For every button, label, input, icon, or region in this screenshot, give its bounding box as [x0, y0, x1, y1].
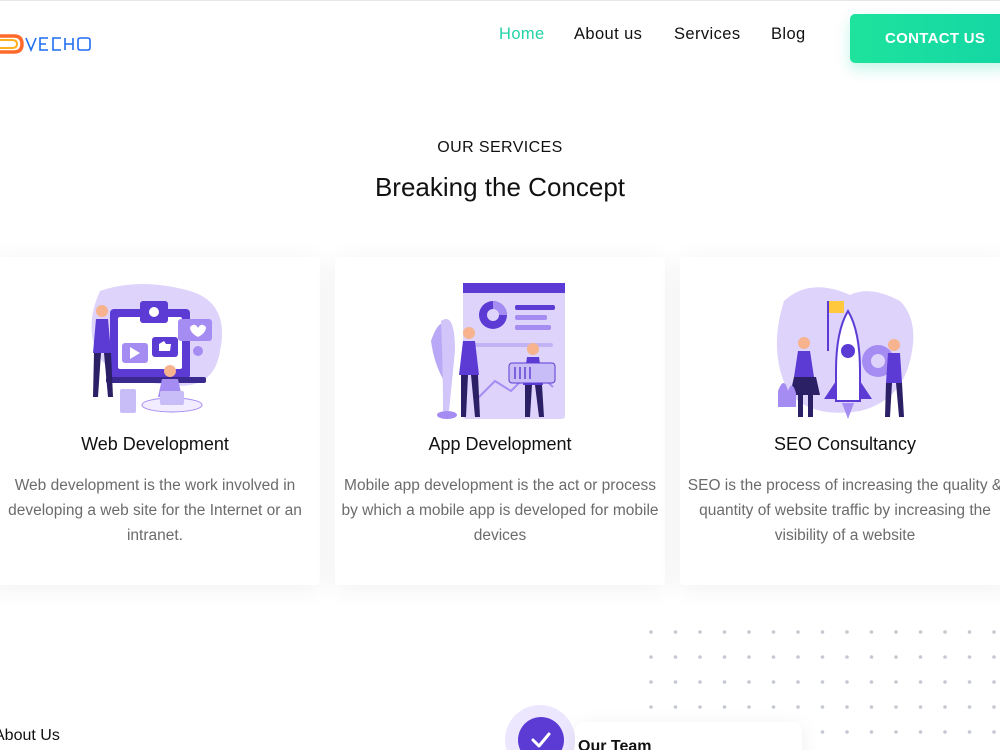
pattern-dot: [845, 680, 849, 684]
pattern-dot: [943, 730, 947, 734]
pattern-dot: [943, 705, 947, 709]
pattern-dot: [992, 630, 996, 634]
section-headline: Breaking the Concept: [374, 172, 626, 202]
pattern-dot: [869, 630, 874, 634]
pattern-dot: [820, 705, 825, 709]
nav-home[interactable]: Home: [499, 25, 545, 44]
pattern-dot: [992, 730, 996, 734]
pattern-dot: [943, 630, 947, 634]
pattern-dot: [796, 630, 800, 634]
service-card-seo-consultancy: SEO Consultancy SEO is the process of in…: [680, 257, 1000, 585]
app-development-illustration: [335, 281, 665, 426]
pattern-dot: [747, 655, 751, 659]
pattern-dot: [967, 705, 972, 709]
pattern-dot: [894, 655, 898, 659]
pattern-dot: [967, 630, 972, 634]
about-us-label: About Us: [0, 727, 60, 744]
pattern-dot: [869, 655, 874, 659]
pattern-dot: [796, 680, 800, 684]
pattern-dot: [649, 705, 653, 709]
seo-illustration: [680, 281, 1000, 426]
pattern-dot: [992, 680, 996, 684]
pattern-dot: [649, 655, 653, 659]
web-development-illustration: [0, 281, 320, 426]
pattern-dot: [747, 680, 751, 684]
pattern-dot: [943, 655, 947, 659]
pattern-dot: [894, 630, 898, 634]
service-card-app-development: App Development Mobile app development i…: [335, 257, 665, 585]
pattern-dot: [796, 655, 800, 659]
contact-us-button[interactable]: CONTACT US: [850, 14, 1000, 63]
pattern-dot: [698, 680, 702, 684]
pattern-dot: [747, 630, 751, 634]
card-description: SEO is the process of increasing the qua…: [687, 477, 1000, 544]
brand-logo[interactable]: [0, 33, 110, 55]
pattern-dot: [967, 730, 972, 734]
pattern-dot: [918, 730, 923, 734]
pattern-dot: [747, 705, 751, 709]
pattern-dot: [918, 705, 923, 709]
pattern-dot: [943, 680, 947, 684]
nav-services[interactable]: Services: [674, 25, 740, 44]
section-eyebrow: OUR SERVICES: [437, 139, 563, 156]
pattern-dot: [918, 680, 923, 684]
pattern-dot: [894, 680, 898, 684]
pattern-dot: [894, 730, 898, 734]
logo-mark-icon: [0, 34, 91, 54]
pattern-dot: [992, 655, 996, 659]
pattern-dot: [918, 655, 923, 659]
pattern-dot: [820, 730, 825, 734]
nav-blog[interactable]: Blog: [771, 25, 806, 44]
pattern-dot: [869, 730, 874, 734]
pattern-dot: [967, 655, 972, 659]
pattern-dot: [698, 705, 702, 709]
top-divider: [0, 0, 1000, 1]
pattern-dot: [918, 630, 923, 634]
pattern-dot: [845, 705, 849, 709]
pattern-dot: [673, 655, 678, 659]
pattern-dot: [869, 680, 874, 684]
pattern-dot: [698, 655, 702, 659]
pattern-dot: [722, 680, 727, 684]
nav-about-us[interactable]: About us: [574, 25, 642, 44]
pattern-dot: [845, 730, 849, 734]
pattern-dot: [722, 705, 727, 709]
pattern-dot: [820, 630, 825, 634]
pattern-dot: [771, 630, 776, 634]
pattern-dot: [820, 655, 825, 659]
pattern-dot: [845, 655, 849, 659]
pattern-dot: [771, 680, 776, 684]
pattern-dot: [649, 630, 653, 634]
pattern-dot: [869, 705, 874, 709]
pattern-dot: [967, 680, 972, 684]
pattern-dot: [673, 680, 678, 684]
pattern-dot: [796, 705, 800, 709]
pattern-dot: [894, 705, 898, 709]
pattern-dot: [673, 630, 678, 634]
card-title: SEO Consultancy: [773, 434, 917, 454]
pattern-dot: [649, 680, 653, 684]
pattern-dot: [845, 630, 849, 634]
pattern-dot: [722, 630, 727, 634]
pattern-dot: [673, 705, 678, 709]
card-title: App Development: [428, 434, 572, 454]
card-title: Web Development: [81, 434, 229, 454]
pattern-dot: [771, 705, 776, 709]
card-description: Mobile app development is the act or pro…: [341, 477, 659, 544]
pattern-dot: [722, 655, 727, 659]
pattern-dot: [771, 655, 776, 659]
pattern-dot: [992, 705, 996, 709]
our-team-label: Our Team: [578, 738, 652, 750]
card-description: Web development is the work involved in …: [8, 477, 302, 544]
pattern-dot: [698, 630, 702, 634]
service-card-web-development: Web Development Web development is the w…: [0, 257, 320, 585]
pattern-dot: [820, 680, 825, 684]
